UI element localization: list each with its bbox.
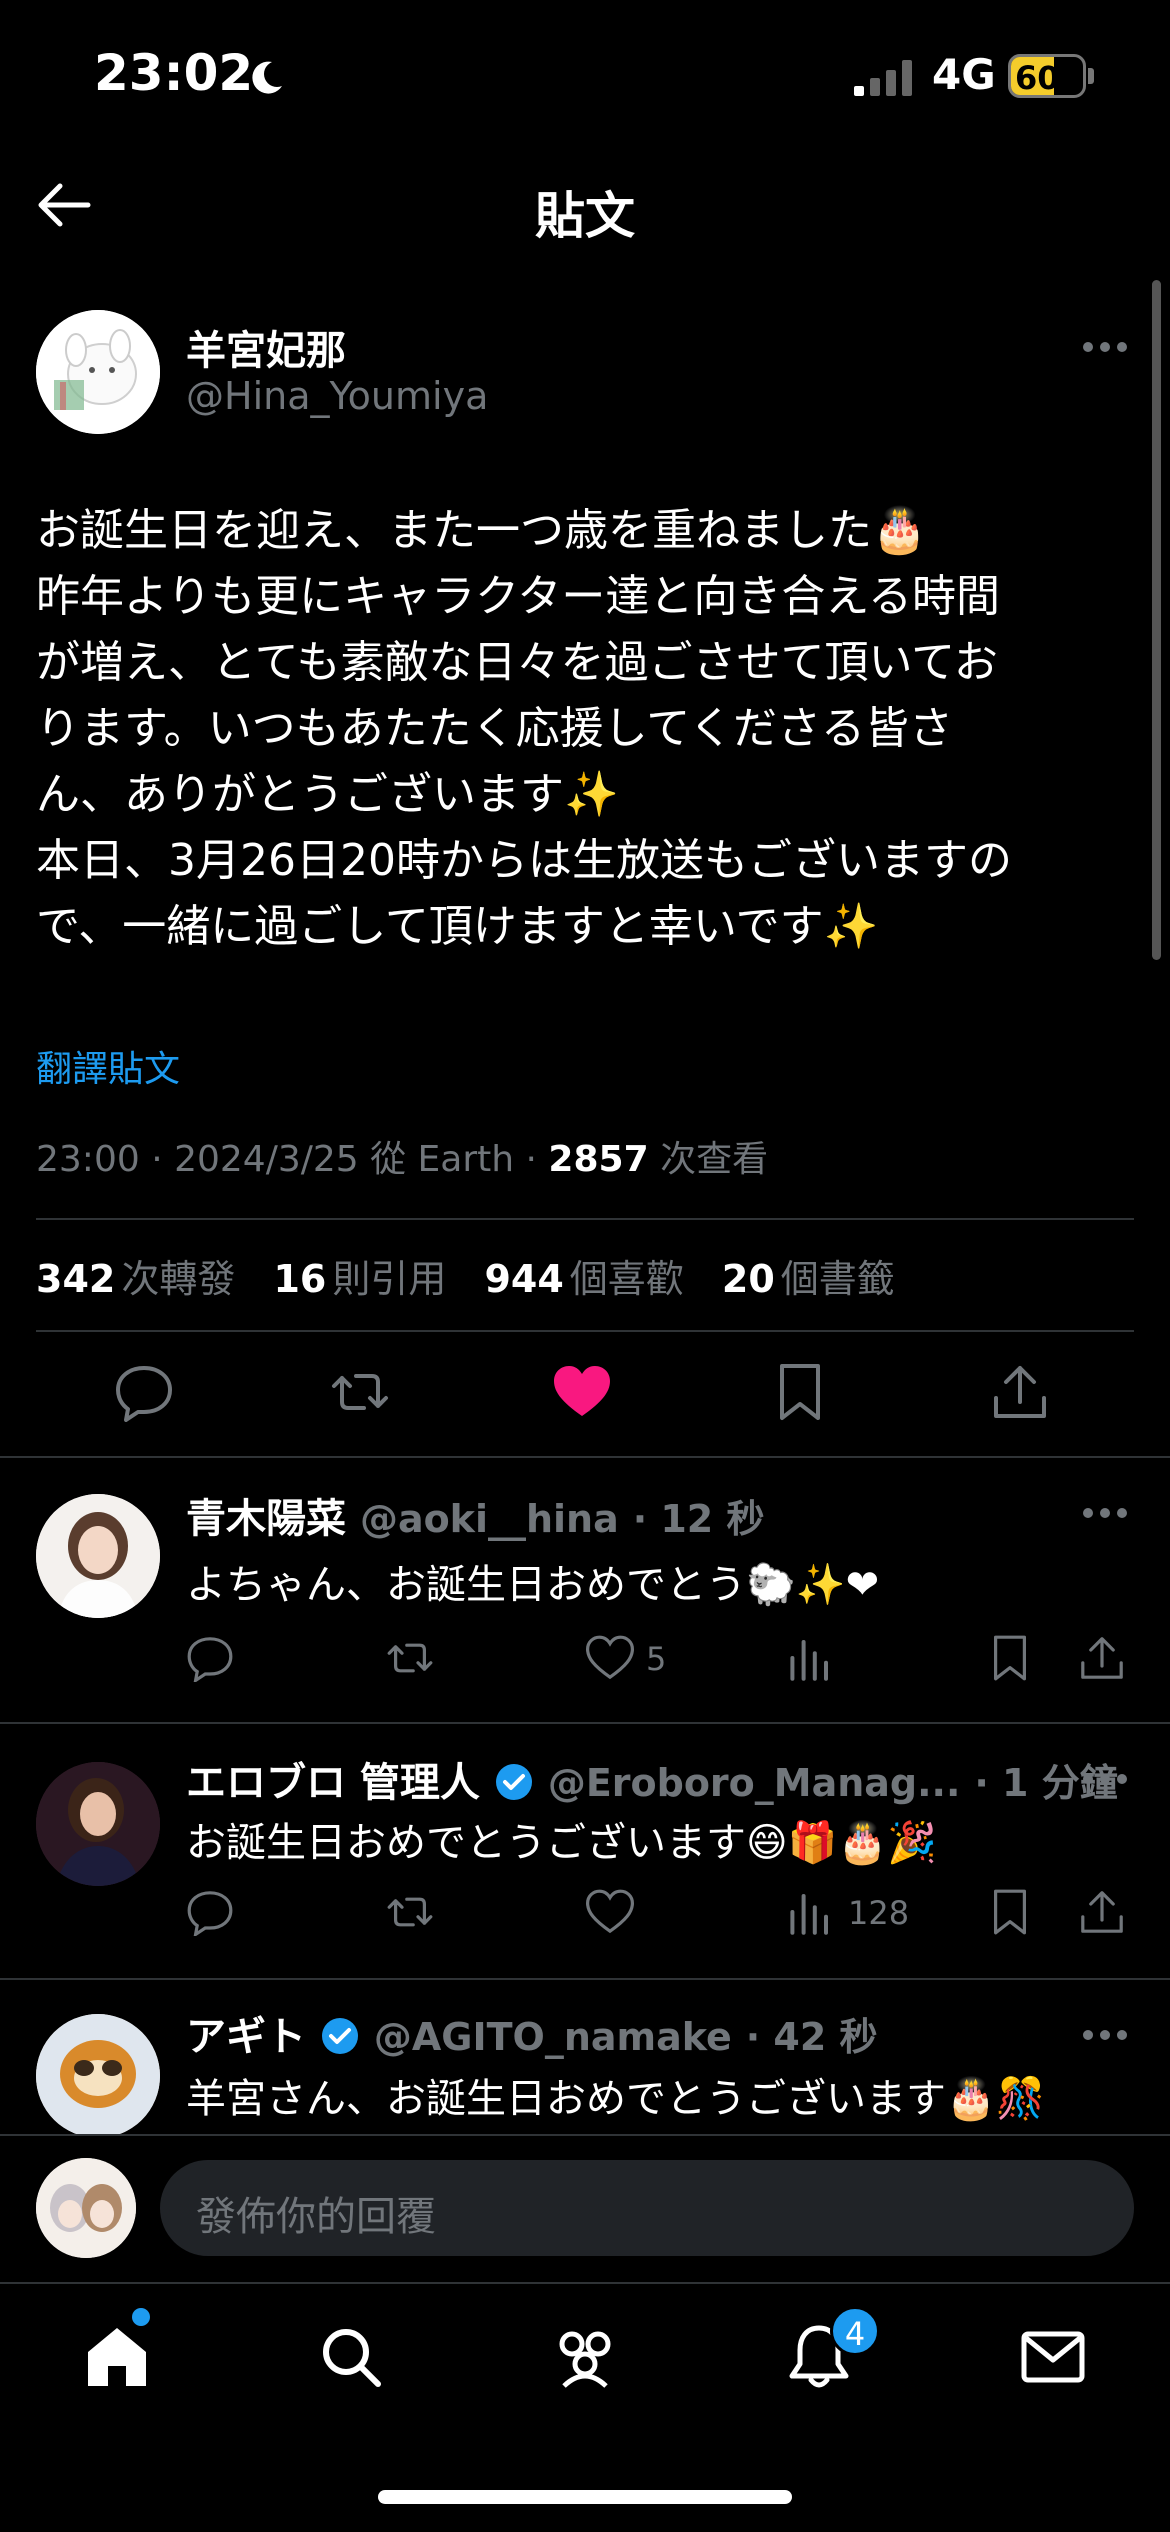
reply-author-name[interactable]: エロブロ 管理人 @Eroboro_Manag... · 1 分鐘 [186, 1750, 1118, 1808]
divider [36, 1218, 1134, 1220]
reply-author-name-text: アギト [186, 2014, 306, 2060]
translate-link[interactable]: 翻譯貼文 [36, 1040, 180, 1092]
divider [0, 1978, 1170, 1980]
quote-count: 16 [273, 1257, 327, 1301]
reply-handle[interactable]: @Eroboro_Manag... [548, 1761, 961, 1805]
tweet-line: が増え、とても素敵な日々を過ごさせて頂いてお [36, 637, 998, 688]
heart-icon[interactable] [586, 1634, 634, 1682]
liked-heart-icon[interactable] [552, 1362, 612, 1422]
retweet-count: 342 [36, 1257, 116, 1301]
tweet-line: 本日、3月26日20時からは生放送もございますの [36, 835, 1012, 886]
sheep-illustration-icon [36, 310, 160, 434]
verified-badge-icon [321, 2018, 358, 2054]
engagement-stats: 342 次轉發 16 則引用 944 個喜歡 20 個書籤 [36, 1248, 921, 1303]
more-options-icon[interactable] [1082, 1772, 1128, 1786]
search-icon[interactable] [316, 2322, 386, 2392]
scrollbar[interactable] [1152, 280, 1161, 960]
author-handle[interactable]: @Hina_Youmiya [186, 374, 488, 418]
home-notification-dot [132, 2308, 150, 2326]
like-count: 944 [484, 1257, 564, 1301]
reply-avatar[interactable] [36, 1762, 160, 1886]
communities-icon[interactable] [550, 2322, 620, 2392]
reply-view-count: 128 [848, 1894, 910, 1932]
reply-input-placeholder[interactable]: 發佈你的回覆 [196, 2184, 436, 2242]
raccoon-mascot-icon [36, 2014, 160, 2138]
anime-avatar-icon [36, 2158, 136, 2258]
divider [0, 1456, 1170, 1458]
author-name[interactable]: 羊宮妃那 [186, 318, 346, 376]
reply-handle[interactable]: @AGITO_namake [374, 2015, 732, 2059]
more-options-icon[interactable] [1082, 2028, 1128, 2042]
signal-icon [854, 60, 912, 96]
reply-avatar[interactable] [36, 1494, 160, 1618]
reply-text: お誕生日おめでとうございます😄🎁🎂🎉 [186, 1820, 938, 1866]
quote-stat[interactable]: 16 則引用 [273, 1257, 446, 1301]
retweet-label: 次轉發 [121, 1257, 236, 1301]
reply-handle[interactable]: @aoki__hina [360, 1497, 619, 1541]
reply-author-name[interactable]: アギト @AGITO_namake · 42 秒 [186, 2004, 878, 2062]
bookmark-stat[interactable]: 20 個書籤 [722, 1257, 895, 1301]
reply-icon[interactable] [114, 1362, 174, 1422]
view-count: 2857 [548, 1139, 649, 1180]
portrait-photo-icon [36, 1762, 160, 1886]
reply-author-name[interactable]: 青木陽菜 @aoki__hina · 12 秒 [186, 1486, 764, 1544]
reply-author-name-text: 青木陽菜 [186, 1496, 346, 1542]
bookmark-icon[interactable] [770, 1362, 830, 1422]
reply-icon[interactable] [186, 1888, 234, 1936]
share-icon[interactable] [1078, 1634, 1126, 1682]
reply-time: · 42 秒 [745, 2015, 878, 2059]
share-icon[interactable] [1078, 1888, 1126, 1936]
home-indicator[interactable] [378, 2490, 792, 2504]
retweet-icon[interactable] [386, 1634, 434, 1682]
tweet-text: お誕生日を迎え、また一つ歳を重ねました🎂 昨年よりも更にキャラクター達と向き合え… [36, 498, 1136, 960]
my-avatar[interactable] [36, 2158, 136, 2258]
retweet-stat[interactable]: 342 次轉發 [36, 1257, 235, 1301]
tweet-line: 昨年よりも更にキャラクター達と向き合える時間 [36, 571, 1001, 622]
author-avatar[interactable] [36, 310, 160, 434]
page-title: 貼文 [535, 187, 635, 245]
battery-cap [1088, 68, 1094, 84]
tweet-line: お誕生日を迎え、また一つ歳を重ねました🎂 [36, 505, 927, 556]
bookmark-label: 個書籤 [780, 1257, 895, 1301]
reply-avatar[interactable] [36, 2014, 160, 2138]
reply-icon[interactable] [186, 1634, 234, 1682]
verified-badge-icon [495, 1764, 532, 1800]
reply-text: よちゃん、お誕生日おめでとう🐑✨❤ [186, 1562, 880, 1608]
tweet-line: で、一緒に過ごして頂けますと幸いです✨ [36, 901, 879, 952]
bookmark-icon[interactable] [986, 1634, 1034, 1682]
network-label: 4G [932, 50, 996, 99]
tweet-line: ります。いつもあたたく応援してくださる皆さ [36, 703, 953, 754]
portrait-photo-icon [36, 1494, 160, 1618]
bookmark-icon[interactable] [986, 1888, 1034, 1936]
battery-text: 60 [1015, 59, 1060, 97]
share-icon[interactable] [990, 1362, 1050, 1422]
heart-icon[interactable] [586, 1888, 634, 1936]
divider [36, 1330, 1134, 1332]
reply-like-count: 5 [646, 1640, 667, 1678]
tweet-meta: 23:00 · 2024/3/25 從 Earth · 2857 次查看 [36, 1130, 768, 1182]
view-label: 次查看 [660, 1139, 769, 1180]
tweet-timestamp: 23:00 · 2024/3/25 從 Earth · [36, 1139, 549, 1180]
reply-author-name-text: エロブロ 管理人 [186, 1760, 480, 1806]
views-chart-icon[interactable] [786, 1888, 834, 1936]
battery-indicator: 60 [1008, 54, 1086, 98]
quote-label: 則引用 [332, 1257, 447, 1301]
like-label: 個喜歡 [569, 1257, 684, 1301]
status-time: 23:02 [94, 44, 254, 102]
retweet-icon[interactable] [330, 1362, 390, 1422]
home-icon[interactable] [82, 2322, 152, 2392]
moon-icon [252, 61, 282, 94]
messages-mail-icon[interactable] [1018, 2322, 1088, 2392]
like-stat[interactable]: 944 個喜歡 [484, 1257, 683, 1301]
divider [0, 1722, 1170, 1724]
notifications-badge: 4 [830, 2306, 880, 2356]
bookmark-count: 20 [721, 1257, 775, 1301]
tweet-line: ん、ありがとうございます✨ [36, 769, 619, 820]
more-options-icon[interactable] [1082, 1506, 1128, 1520]
views-chart-icon[interactable] [786, 1634, 834, 1682]
reply-text: 羊宮さん、お誕生日おめでとうございます🎂🎊 [186, 2076, 1046, 2122]
more-options-icon[interactable] [1082, 340, 1128, 354]
retweet-icon[interactable] [386, 1888, 434, 1936]
reply-time: · 12 秒 [632, 1497, 765, 1541]
